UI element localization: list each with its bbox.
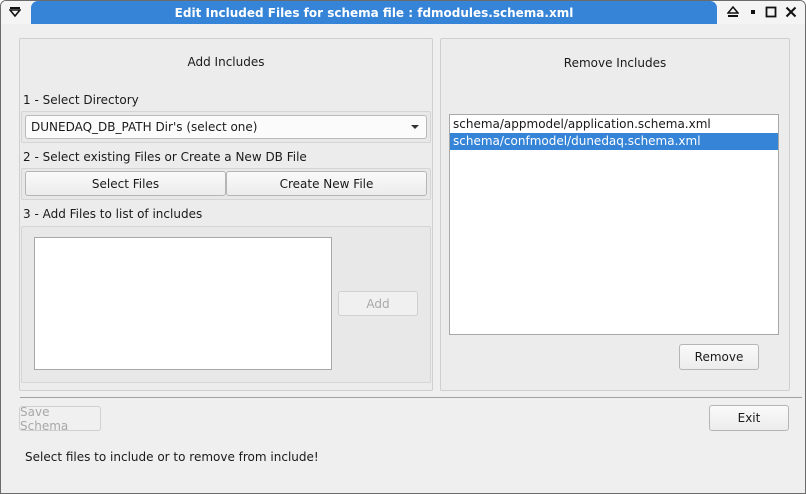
footer-separator (20, 397, 802, 398)
list-item[interactable]: schema/appmodel/application.schema.xml (450, 116, 778, 133)
select-directory-label: 1 - Select Directory (23, 93, 139, 107)
remove-includes-title: Remove Includes (563, 56, 667, 70)
add-files-step-label: 3 - Add Files to list of includes (23, 207, 203, 221)
title-bar: Edit Included Files for schema file : fd… (1, 1, 805, 24)
chevron-down-icon (411, 125, 419, 129)
window-menu-icon[interactable] (7, 4, 23, 20)
window-title: Edit Included Files for schema file : fd… (31, 1, 717, 24)
minimize-icon[interactable] (745, 4, 761, 20)
close-icon[interactable] (783, 4, 799, 20)
select-files-step-label: 2 - Select existing Files or Create a Ne… (23, 150, 307, 164)
save-schema-button[interactable]: Save Schema (19, 405, 101, 433)
exit-button[interactable]: Exit (709, 405, 789, 431)
select-files-button[interactable]: Select Files (25, 171, 226, 196)
maximize-icon[interactable] (763, 4, 779, 20)
includes-list[interactable]: schema/appmodel/application.schema.xml s… (449, 114, 779, 335)
keep-above-icon[interactable] (725, 4, 741, 20)
remove-button[interactable]: Remove (679, 344, 759, 370)
list-item[interactable]: schema/confmodel/dunedaq.schema.xml (450, 133, 778, 150)
add-button[interactable]: Add (338, 291, 418, 316)
directory-combo-value: DUNEDAQ_DB_PATH Dir's (select one) (31, 120, 258, 134)
add-includes-title: Add Includes (187, 55, 265, 69)
create-new-file-button[interactable]: Create New File (226, 171, 427, 196)
files-to-add-list[interactable] (34, 237, 332, 370)
edit-includes-window: Edit Included Files for schema file : fd… (0, 0, 806, 494)
directory-combo[interactable]: DUNEDAQ_DB_PATH Dir's (select one) (25, 115, 427, 139)
status-text: Select files to include or to remove fro… (25, 450, 319, 464)
